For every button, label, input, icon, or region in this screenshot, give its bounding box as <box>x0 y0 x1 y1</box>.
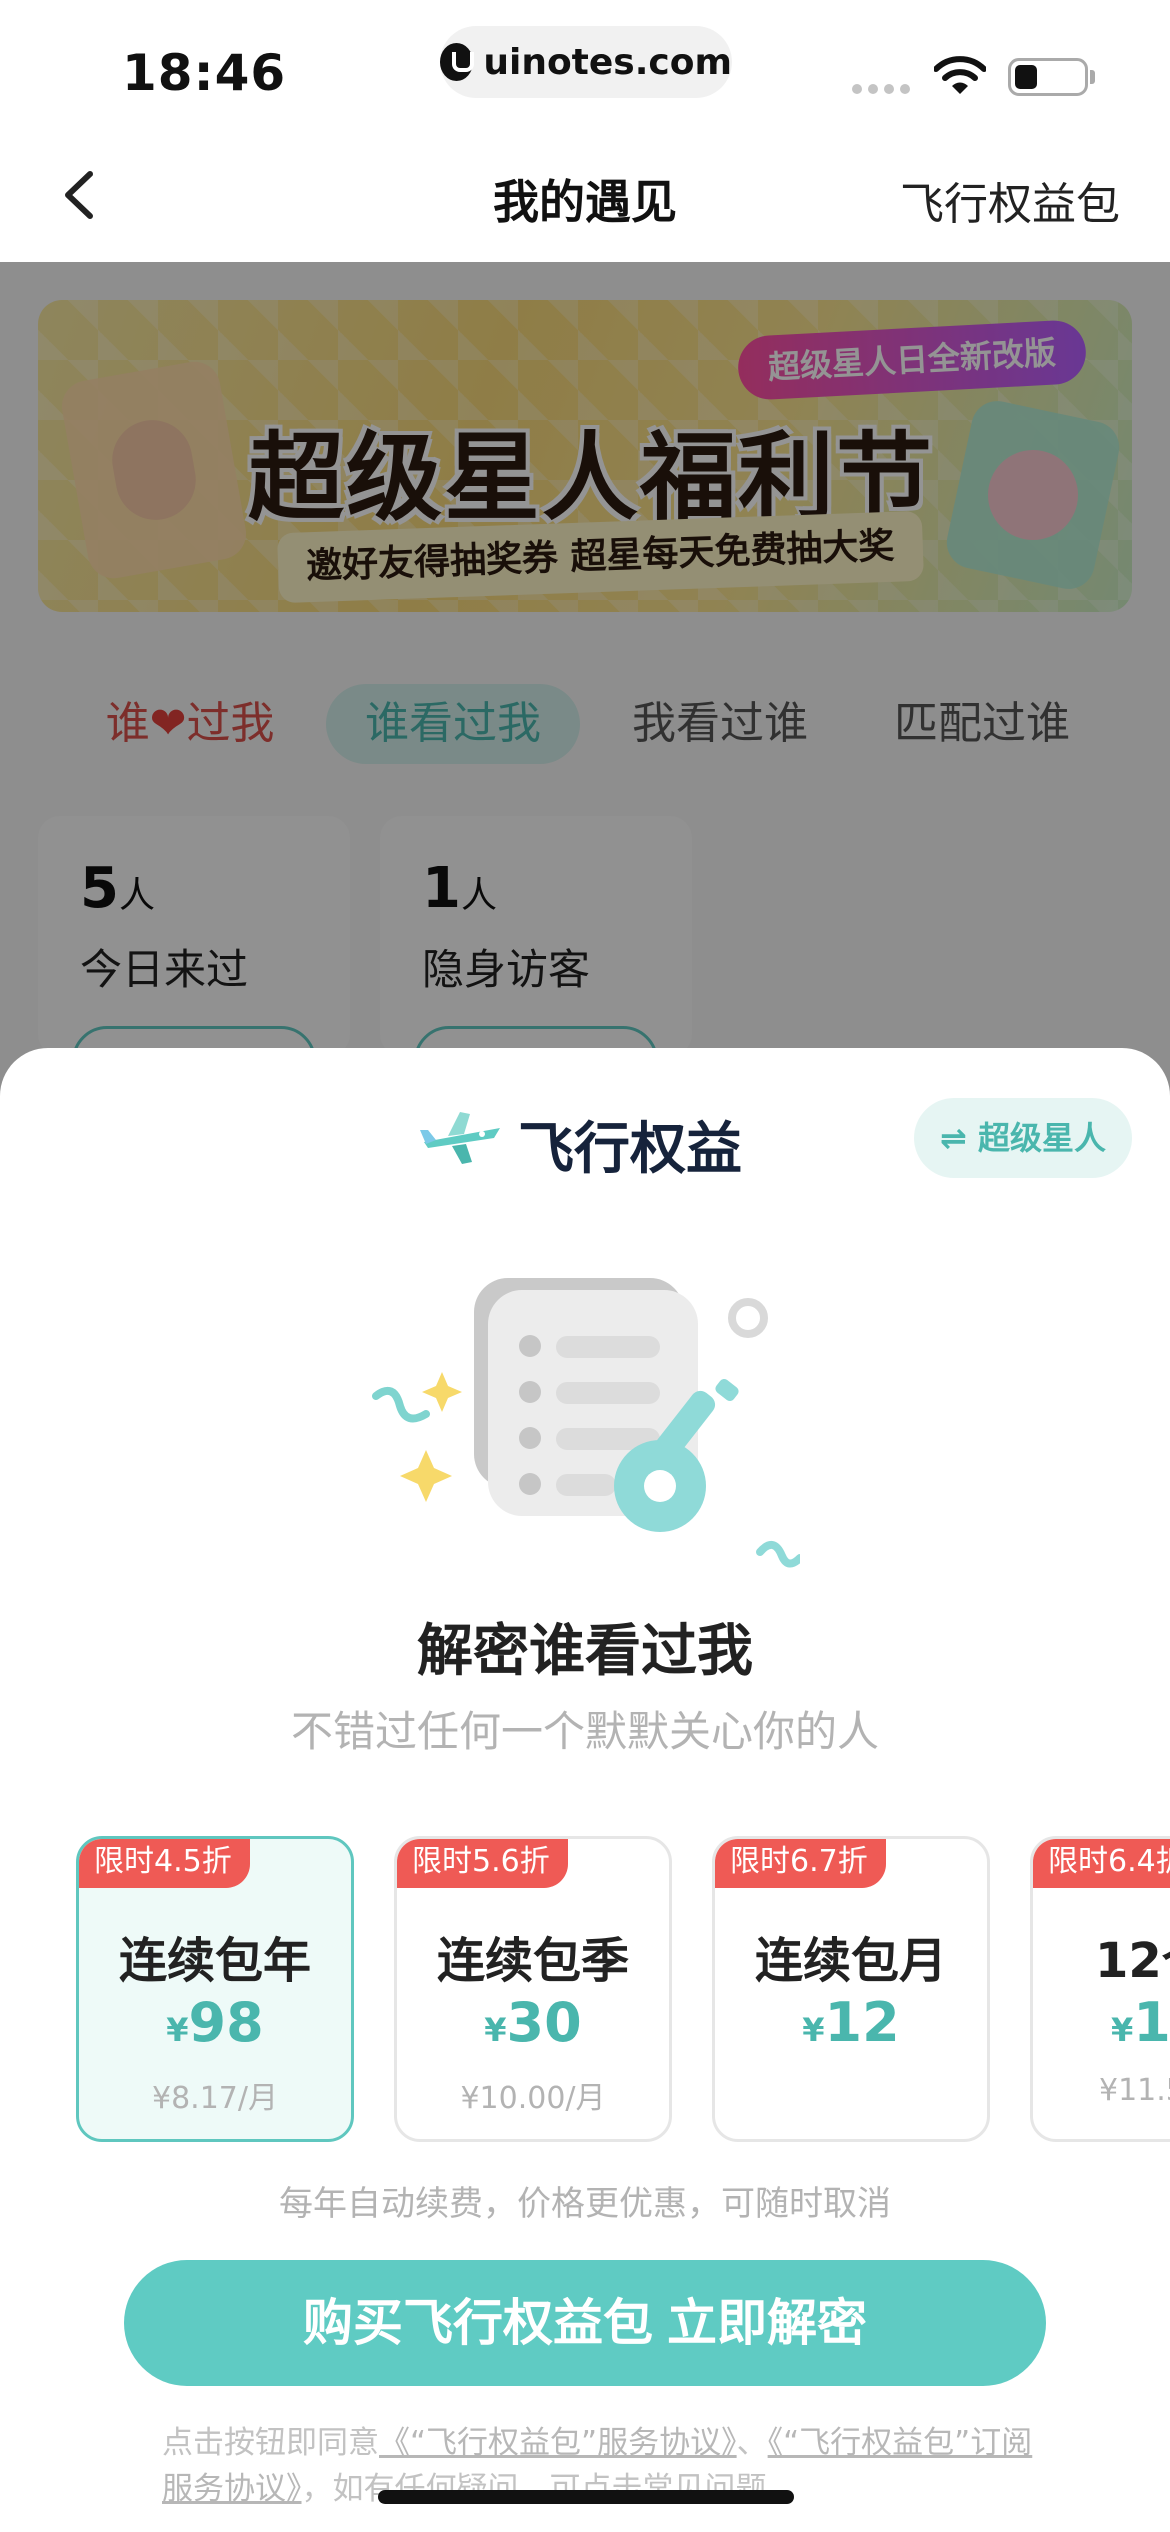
plan-price: ¥13 <box>1111 1991 1170 2054</box>
plan-card-12-months[interactable]: 限时6.4折 12个 ¥13 ¥11.5 <box>1030 1836 1170 2142</box>
plan-name: 连续包季 <box>436 1933 629 1989</box>
agreement-prefix: 点击按钮即同意 <box>162 2425 379 2461</box>
plan-name: 连续包年 <box>118 1933 311 1989</box>
wifi-icon <box>934 56 986 94</box>
plan-name: 12个 <box>1095 1933 1170 1989</box>
discount-badge: 限时5.6折 <box>397 1839 568 1888</box>
url-text: uinotes.com <box>483 41 732 83</box>
flight-package-link[interactable]: 飞行权益包 <box>900 168 1120 232</box>
sheet-title: 飞行权益 <box>518 1117 742 1182</box>
discount-badge: 限时4.5折 <box>79 1839 250 1888</box>
battery-tip <box>1090 70 1095 84</box>
url-pill[interactable]: uinotes.com <box>440 26 732 98</box>
status-time: 18:46 <box>122 44 287 102</box>
buy-button[interactable]: 购买飞行权益包 立即解密 <box>124 2260 1046 2386</box>
purchase-sheet: 飞行权益 ⇌ 超级星人 解密谁看过我 不错过任何一个默默关心你的人 限时4.5折… <box>0 1048 1170 2532</box>
agreement-separator: 、 <box>736 2425 768 2461</box>
plan-price: ¥12 <box>802 1991 900 2054</box>
sheet-header: 飞行权益 ⇌ 超级星人 <box>0 1098 1170 1182</box>
battery-icon <box>1008 58 1088 96</box>
plan-card-yearly[interactable]: 限时4.5折 连续包年 ¥98 ¥8.17/月 <box>76 1836 354 2142</box>
feature-subtitle: 不错过任何一个默默关心你的人 <box>290 1707 879 1756</box>
discount-badge: 限时6.7折 <box>715 1839 886 1888</box>
switch-plan-button[interactable]: ⇌ 超级星人 <box>914 1098 1132 1178</box>
plan-per-month: ¥10.00/月 <box>460 2081 606 2116</box>
plane-icon <box>420 1112 500 1164</box>
plan-card-monthly[interactable]: 限时6.7折 连续包月 ¥12 <box>712 1836 990 2142</box>
plan-list: 限时4.5折 连续包年 ¥98 ¥8.17/月 限时5.6折 连续包季 ¥30 … <box>0 1826 1170 2142</box>
plan-card-quarterly[interactable]: 限时5.6折 连续包季 ¥30 ¥10.00/月 <box>394 1836 672 2142</box>
plan-per-month: ¥8.17/月 <box>152 2081 278 2116</box>
service-agreement-link[interactable]: 《“飞行权益包”服务协议》 <box>379 2425 737 2461</box>
plan-price: ¥98 <box>166 1991 264 2054</box>
lock-icon <box>440 43 475 81</box>
home-indicator <box>378 2490 794 2504</box>
signal-icon <box>852 84 910 94</box>
plan-name: 连续包月 <box>754 1933 947 1989</box>
renew-note: 每年自动续费，价格更优惠，可随时取消 <box>279 2184 891 2224</box>
discount-badge: 限时6.4折 <box>1033 1839 1170 1888</box>
nav-bar: 我的遇见 飞行权益包 <box>0 130 1170 262</box>
plan-price: ¥30 <box>484 1991 582 2054</box>
plan-per-month: ¥11.5 <box>1099 2073 1170 2108</box>
feature-title: 解密谁看过我 <box>417 1619 753 1684</box>
status-bar: 18:46 uinotes.com <box>0 0 1170 130</box>
key-document-icon <box>372 1278 800 1568</box>
